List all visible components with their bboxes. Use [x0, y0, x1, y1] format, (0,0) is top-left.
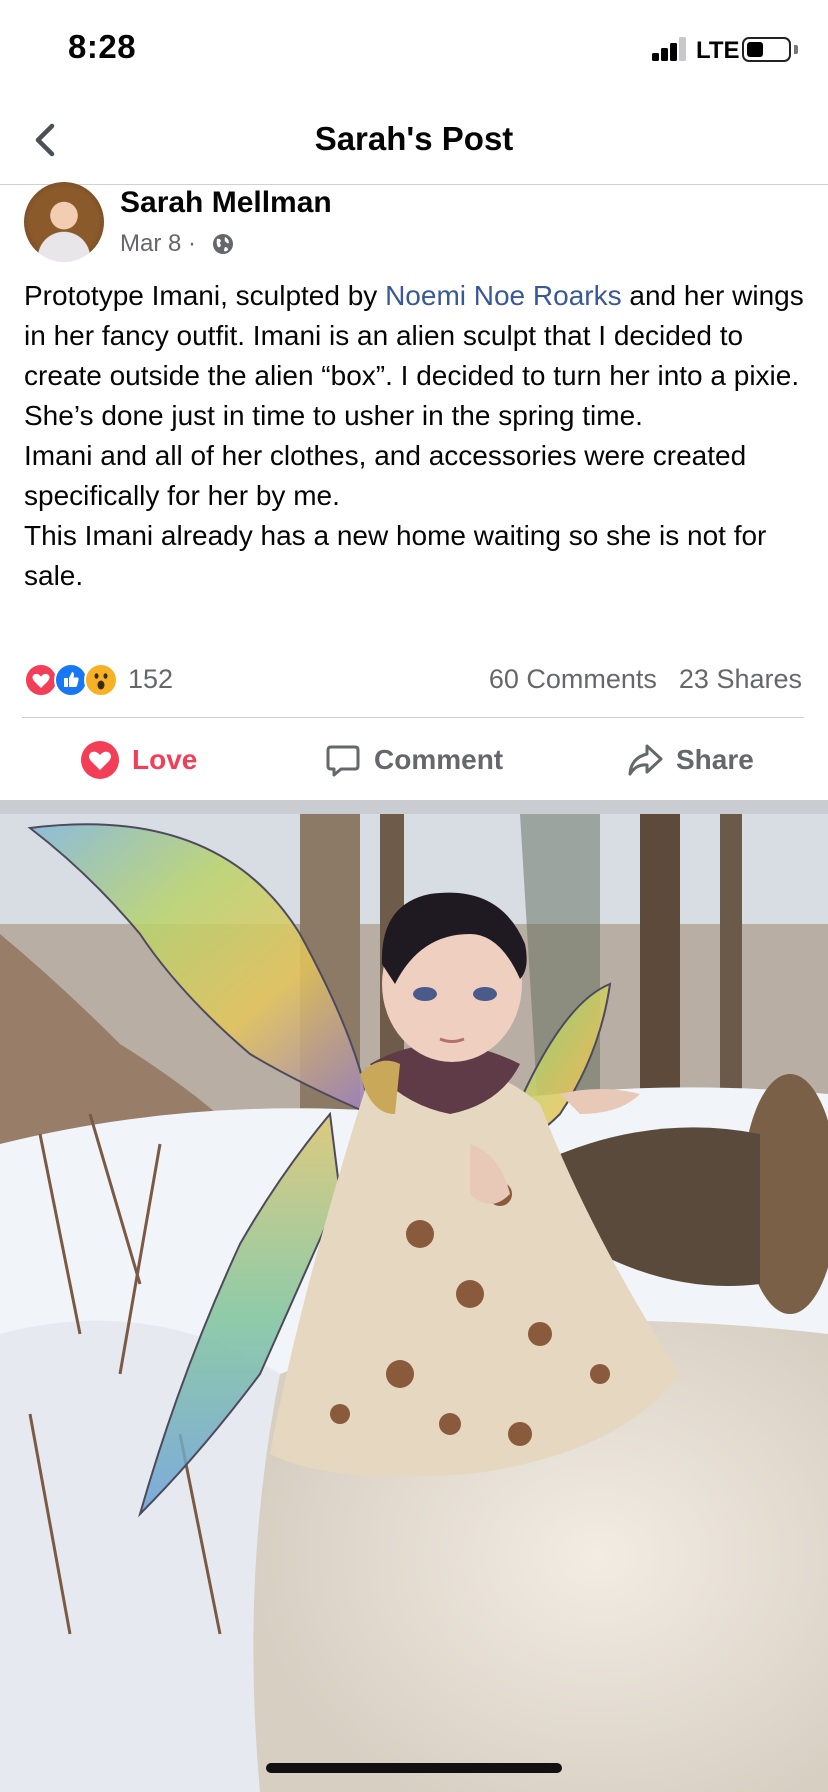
- reactions-summary[interactable]: 152 60 Comments 23 Shares: [0, 660, 828, 700]
- doll-photo: [0, 814, 828, 1792]
- nav-header: Sarah's Post: [0, 100, 828, 185]
- post-text: Prototype Imani, sculpted by Noemi Noe R…: [24, 276, 804, 596]
- author-name[interactable]: Sarah Mellman: [120, 186, 332, 220]
- comment-button[interactable]: Comment: [324, 740, 503, 780]
- signal-icon: [652, 37, 688, 61]
- comment-button-label: Comment: [374, 744, 504, 775]
- shares-count[interactable]: 23 Shares: [679, 664, 802, 694]
- avatar[interactable]: [24, 182, 104, 262]
- share-button[interactable]: Share: [626, 740, 754, 780]
- love-button[interactable]: Love: [80, 740, 197, 780]
- action-bar: Love Comment Share: [0, 718, 828, 800]
- post-date[interactable]: Mar 8: [120, 230, 181, 258]
- meta-separator: ·: [181, 230, 203, 257]
- battery-icon: [742, 37, 791, 62]
- globe-icon: [211, 232, 235, 256]
- comment-icon: [326, 745, 360, 777]
- post-paragraph: This Imani already has a new home waitin…: [24, 520, 767, 591]
- post-photo[interactable]: [0, 814, 828, 1792]
- post-paragraph: Prototype Imani, sculpted by Noemi Noe R…: [24, 276, 804, 436]
- love-button-label: Love: [132, 744, 198, 775]
- share-button-label: Share: [676, 744, 754, 775]
- battery-nub: [794, 45, 798, 54]
- mention-link[interactable]: Noemi Noe Roarks: [385, 280, 622, 311]
- status-time: 8:28: [68, 28, 137, 65]
- wow-reaction-icon: [84, 663, 118, 697]
- reaction-icons[interactable]: [24, 663, 124, 697]
- home-indicator[interactable]: [266, 1763, 562, 1773]
- status-bar: 8:28 LTE: [0, 0, 828, 100]
- heart-icon: [81, 741, 119, 779]
- post-meta: Mar 8 ·: [120, 230, 235, 258]
- post-author: Sarah Mellman Mar 8 ·: [0, 182, 828, 266]
- like-reaction-icon: [54, 663, 88, 697]
- page-title: Sarah's Post: [314, 120, 514, 157]
- love-reaction-icon: [24, 663, 58, 697]
- comments-count[interactable]: 60 Comments: [489, 664, 657, 694]
- post-paragraph: Imani and all of her clothes, and access…: [24, 440, 747, 511]
- engagement-counts: 60 Comments 23 Shares: [467, 664, 802, 695]
- network-label: LTE: [696, 37, 740, 64]
- reaction-count[interactable]: 152: [128, 664, 173, 695]
- post-text-part: Prototype Imani, sculpted by: [24, 280, 386, 311]
- share-icon: [628, 744, 663, 776]
- section-separator: [0, 800, 828, 814]
